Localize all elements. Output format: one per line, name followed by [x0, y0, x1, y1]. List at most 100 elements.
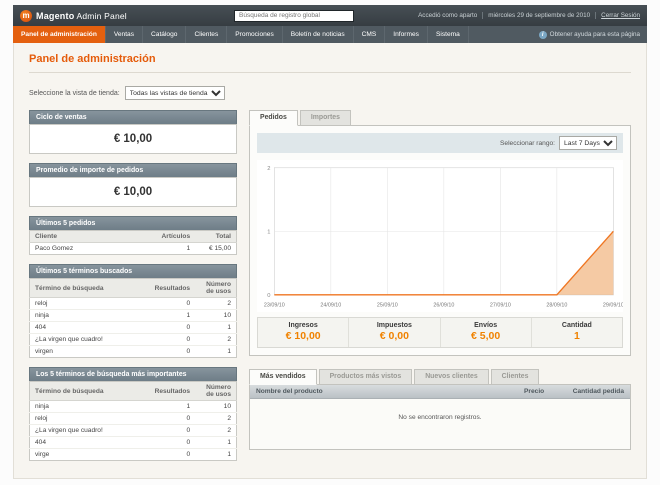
- table-cell: 10: [195, 309, 237, 322]
- logout-link[interactable]: Cerrar Sesión: [601, 12, 640, 19]
- table-cell: 404: [29, 321, 150, 334]
- svg-text:24/09/10: 24/09/10: [320, 302, 341, 308]
- lifetime-sales-box: Ciclo de ventas € 10,00: [29, 110, 237, 154]
- table-cell: 1: [149, 400, 196, 413]
- table-row[interactable]: ¿La virgen que cuadro! 0 2: [29, 424, 237, 437]
- table-cell: 0: [149, 424, 196, 437]
- tab-productos-mas-vistos[interactable]: Productos más vistos: [318, 369, 413, 386]
- table-cell: 1: [227, 451, 231, 458]
- column-header-total: Total: [195, 230, 237, 243]
- stats-row: Ingresos € 10,00 Impuestos € 0,00 Envíos € 5,…: [257, 317, 623, 349]
- table-cell: 1: [186, 245, 191, 252]
- nav-item-boletin-de-noticias[interactable]: Boletín de noticias: [283, 26, 354, 43]
- store-view-select[interactable]: Todas las vistas de tienda: [124, 86, 225, 100]
- table-cell: 404: [29, 436, 150, 449]
- magento-logo-icon: m: [20, 9, 32, 22]
- data-table: Término de búsqueda Resultados Número de u…: [29, 278, 237, 358]
- data-table: Cliente Artículos Total Paco Gomez 1 € 15,00: [29, 230, 237, 255]
- last-orders-title: Últimos 5 pedidos: [29, 216, 237, 230]
- nav-item-clientes[interactable]: Clientes: [186, 26, 228, 43]
- table-cell: 1: [227, 348, 231, 355]
- table-cell: ninja: [29, 400, 150, 413]
- table-cell: virgen: [35, 348, 53, 355]
- app-title-brand: Magento: [36, 10, 75, 21]
- stat-value: € 10,00: [285, 330, 321, 343]
- info-icon: i: [538, 30, 547, 39]
- table-row[interactable]: ninja 1 10: [29, 309, 237, 322]
- table-row[interactable]: virgen 0 1: [30, 346, 237, 358]
- app-title-suffix: Admin Panel: [76, 10, 127, 21]
- table-row[interactable]: virge 0 1: [30, 449, 237, 461]
- range-select[interactable]: Last 7 Days: [559, 136, 617, 150]
- stat-impuestos: Impuestos € 0,00: [348, 318, 439, 348]
- stat-label: Cantidad: [561, 322, 592, 330]
- table-cell: 2: [195, 333, 237, 346]
- main-nav: Panel de administración Ventas Catálogo Cli…: [13, 26, 647, 43]
- table-row[interactable]: Paco Gomez 1 € 15,00: [30, 243, 237, 255]
- table-cell: 0: [149, 333, 196, 346]
- average-orders-title: Promedio de importe de pedidos: [29, 163, 237, 177]
- tab-importes[interactable]: Importes: [299, 110, 351, 126]
- dashboard-left-column: Ciclo de ventas € 10,00 Promedio de impo…: [29, 110, 237, 470]
- table-row[interactable]: 404 0 1: [29, 436, 237, 449]
- divider: [595, 12, 597, 19]
- nav-item-informes[interactable]: Informes: [385, 26, 428, 43]
- logo: m Magento Admin Panel: [20, 9, 170, 22]
- svg-text:28/09/10: 28/09/10: [546, 302, 567, 308]
- bottom-section: Más vendidos Productos más vistos Nuevos c…: [249, 369, 631, 451]
- last-search-terms-title: Últimos 5 términos buscados: [29, 264, 237, 278]
- column-header-numero-de-usos: Número de usos: [195, 381, 237, 401]
- average-orders-value: € 10,00: [29, 177, 237, 207]
- help-link[interactable]: i Obtener ayuda para esta página: [538, 30, 640, 39]
- nav-item-sistema[interactable]: Sistema: [428, 26, 469, 43]
- tab-clientes[interactable]: Clientes: [490, 369, 540, 386]
- logged-in-as: Accedió como aparto: [418, 12, 478, 19]
- nav-item-catalogo[interactable]: Catálogo: [143, 26, 187, 43]
- last-search-terms-box: Últimos 5 términos buscados Término de b…: [29, 264, 237, 358]
- table-cell: ninja: [29, 309, 150, 322]
- table-row[interactable]: 404 0 1: [29, 321, 237, 334]
- range-selector: Seleccionar rango: Last 7 Days: [257, 133, 623, 153]
- table-cell: € 15,00: [209, 245, 231, 252]
- table-row[interactable]: reloj 0 2: [29, 412, 237, 425]
- table-cell: 0: [149, 321, 196, 334]
- range-label: Seleccionar rango:: [500, 139, 555, 147]
- dashboard-main-column: Pedidos Importes Seleccionar rango: Last …: [249, 110, 631, 451]
- top-search-terms-title: Los 5 términos de búsqueda más important…: [29, 367, 237, 381]
- content-area: Panel de administración Seleccione la vi…: [13, 43, 647, 479]
- svg-text:0: 0: [267, 293, 270, 299]
- nav-item-panel-de-administracion[interactable]: Panel de administración: [13, 26, 106, 43]
- store-switcher: Seleccione la vista de tienda: Todas las…: [29, 86, 631, 100]
- data-table: Nombre del producto Precio Cantidad pedida…: [250, 385, 630, 450]
- dashboard: Ciclo de ventas € 10,00 Promedio de impo…: [29, 110, 631, 470]
- table-cell: 10: [195, 400, 237, 413]
- stat-value: € 0,00: [379, 330, 409, 343]
- tab-nuevos-clientes[interactable]: Nuevos clientes: [414, 369, 489, 386]
- column-header-resultados: Resultados: [149, 278, 196, 298]
- stat-value: 1: [573, 330, 580, 343]
- nav-items: Panel de administración Ventas Catálogo Cli…: [13, 26, 469, 43]
- global-search-input[interactable]: [234, 9, 355, 22]
- top-search-terms-table: Término de búsqueda Resultados Número de u…: [29, 381, 237, 461]
- table-cell: 2: [195, 412, 237, 425]
- column-header-articulos: Artículos: [153, 230, 196, 243]
- user-info: Accedió como aparto miércoles 29 de sept…: [418, 12, 640, 19]
- table-row[interactable]: ninja 1 10: [29, 400, 237, 413]
- products-grid: Nombre del producto Precio Cantidad pedida…: [249, 384, 631, 451]
- nav-item-ventas[interactable]: Ventas: [106, 26, 144, 43]
- svg-text:2: 2: [267, 166, 270, 172]
- last-search-terms-table: Término de búsqueda Resultados Número de u…: [29, 278, 237, 358]
- table-cell: reloj: [29, 297, 150, 310]
- tab-pedidos[interactable]: Pedidos: [249, 110, 298, 126]
- store-view-label: Seleccione la vista de tienda:: [29, 89, 120, 97]
- table-row[interactable]: reloj 0 2: [29, 297, 237, 310]
- nav-item-cms[interactable]: CMS: [354, 26, 386, 43]
- orders-chart: 0 1 2 23/09/10 24/09/10 25/09/10 26/09/10 27/09…: [257, 160, 623, 313]
- app-title: Magento Admin Panel: [36, 11, 127, 21]
- stat-envios: Envíos € 5,00: [439, 318, 531, 348]
- table-row[interactable]: ¿La virgen que cuadro! 0 2: [29, 333, 237, 346]
- tab-mas-vendidos[interactable]: Más vendidos: [249, 369, 317, 386]
- svg-text:27/09/10: 27/09/10: [490, 302, 511, 308]
- top-search-terms-box: Los 5 términos de búsqueda más important…: [29, 367, 237, 461]
- nav-item-promociones[interactable]: Promociones: [227, 26, 283, 43]
